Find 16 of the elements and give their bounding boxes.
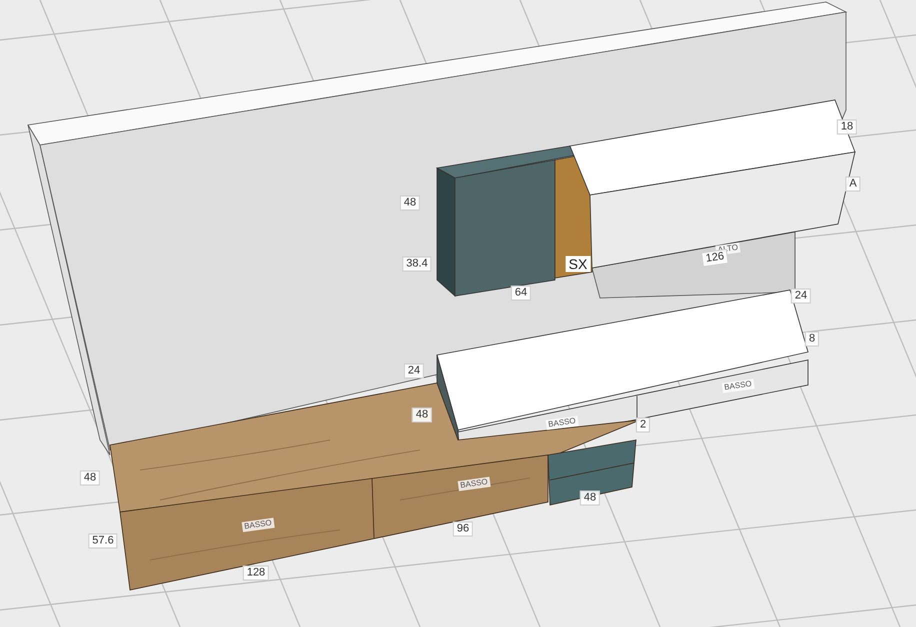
dimension-label: 128 xyxy=(242,566,270,580)
dimension-label: 8 xyxy=(804,332,820,346)
dimension-label: 18 xyxy=(836,120,858,134)
dimension-label: 24 xyxy=(404,364,424,378)
dimension-label: 48 xyxy=(400,196,420,210)
dimension-label: 48 xyxy=(412,408,432,422)
side-label: SX xyxy=(566,256,590,272)
dimension-label: 48 xyxy=(580,490,600,506)
dimension-label: 2 xyxy=(636,418,650,432)
dimension-label: 64 xyxy=(510,286,532,300)
dimension-label: A xyxy=(845,176,861,192)
dimension-label: 57.6 xyxy=(88,534,118,548)
dimension-label: 38.4 xyxy=(402,256,432,272)
dimension-label: 24 xyxy=(790,288,812,304)
dimension-label: 96 xyxy=(452,522,474,536)
dimension-label: 48 xyxy=(80,470,100,486)
